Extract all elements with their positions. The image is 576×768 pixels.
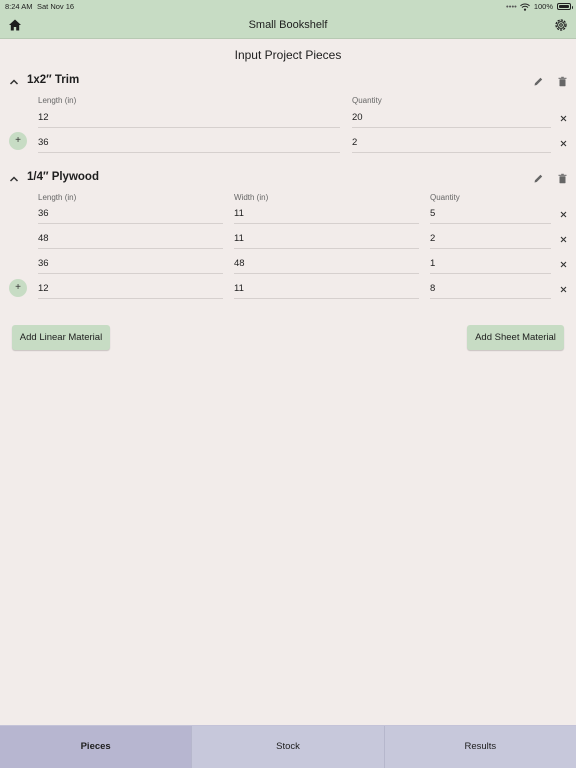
- section-title: 1/4″ Plywood: [27, 171, 99, 183]
- close-icon[interactable]: [559, 139, 568, 148]
- close-icon[interactable]: [559, 235, 568, 244]
- column-label-quantity: Quantity: [430, 193, 460, 202]
- width-field[interactable]: 11: [234, 281, 419, 299]
- trash-icon[interactable]: [557, 76, 568, 87]
- quantity-field[interactable]: 2: [430, 231, 551, 249]
- status-time: 8:24 AM: [5, 2, 33, 11]
- quantity-field[interactable]: 2: [352, 135, 551, 153]
- column-label-length: Length (in): [38, 96, 77, 105]
- status-right: • • • • 100%: [506, 2, 573, 11]
- tab-pieces[interactable]: Pieces: [0, 726, 193, 768]
- gear-icon[interactable]: [554, 18, 568, 32]
- length-field[interactable]: 36: [38, 135, 340, 153]
- close-icon[interactable]: [559, 260, 568, 269]
- column-label-width: Width (in): [234, 193, 269, 202]
- chevron-up-icon[interactable]: [9, 77, 19, 87]
- length-field[interactable]: 12: [38, 281, 223, 299]
- wifi-icon: [519, 3, 530, 11]
- length-field[interactable]: 12: [38, 110, 340, 128]
- status-date: Sat Nov 16: [37, 2, 75, 11]
- quantity-field[interactable]: 5: [430, 206, 551, 224]
- quantity-field[interactable]: 20: [352, 110, 551, 128]
- add-sheet-material-button[interactable]: Add Sheet Material: [467, 325, 564, 350]
- page-heading: Input Project Pieces: [234, 48, 342, 62]
- add-row-button[interactable]: +: [9, 132, 27, 150]
- quantity-field[interactable]: 1: [430, 256, 551, 274]
- length-field[interactable]: 36: [38, 256, 223, 274]
- add-linear-material-button[interactable]: Add Linear Material: [12, 325, 110, 350]
- length-field[interactable]: 36: [38, 206, 223, 224]
- width-field[interactable]: 11: [234, 206, 419, 224]
- add-row-button[interactable]: +: [9, 279, 27, 297]
- length-field[interactable]: 48: [38, 231, 223, 249]
- section-header-trim: 1x2″ Trim: [0, 72, 576, 92]
- pencil-icon[interactable]: [533, 173, 544, 184]
- close-icon[interactable]: [559, 114, 568, 123]
- navigation-bar: Small Bookshelf: [0, 14, 576, 39]
- close-icon[interactable]: [559, 285, 568, 294]
- tab-stock[interactable]: Stock: [192, 726, 385, 768]
- column-label-length: Length (in): [38, 193, 77, 202]
- width-field[interactable]: 48: [234, 256, 419, 274]
- nav-title: Small Bookshelf: [248, 19, 328, 31]
- quantity-field[interactable]: 8: [430, 281, 551, 299]
- trash-icon[interactable]: [557, 173, 568, 184]
- battery-percent: 100%: [533, 2, 553, 11]
- battery-icon: [557, 3, 573, 10]
- column-label-quantity: Quantity: [352, 96, 382, 105]
- tab-results[interactable]: Results: [384, 726, 576, 768]
- pencil-icon[interactable]: [533, 76, 544, 87]
- chevron-up-icon[interactable]: [9, 174, 19, 184]
- tab-bar: Pieces Stock Results: [0, 725, 576, 768]
- section-title: 1x2″ Trim: [27, 74, 80, 86]
- close-icon[interactable]: [559, 210, 568, 219]
- section-header-plywood: 1/4″ Plywood: [0, 169, 576, 189]
- status-bar: 8:24 AM Sat Nov 16 • • • • 100%: [0, 0, 576, 14]
- width-field[interactable]: 11: [234, 231, 419, 249]
- more-dots-icon: • • • •: [506, 2, 517, 11]
